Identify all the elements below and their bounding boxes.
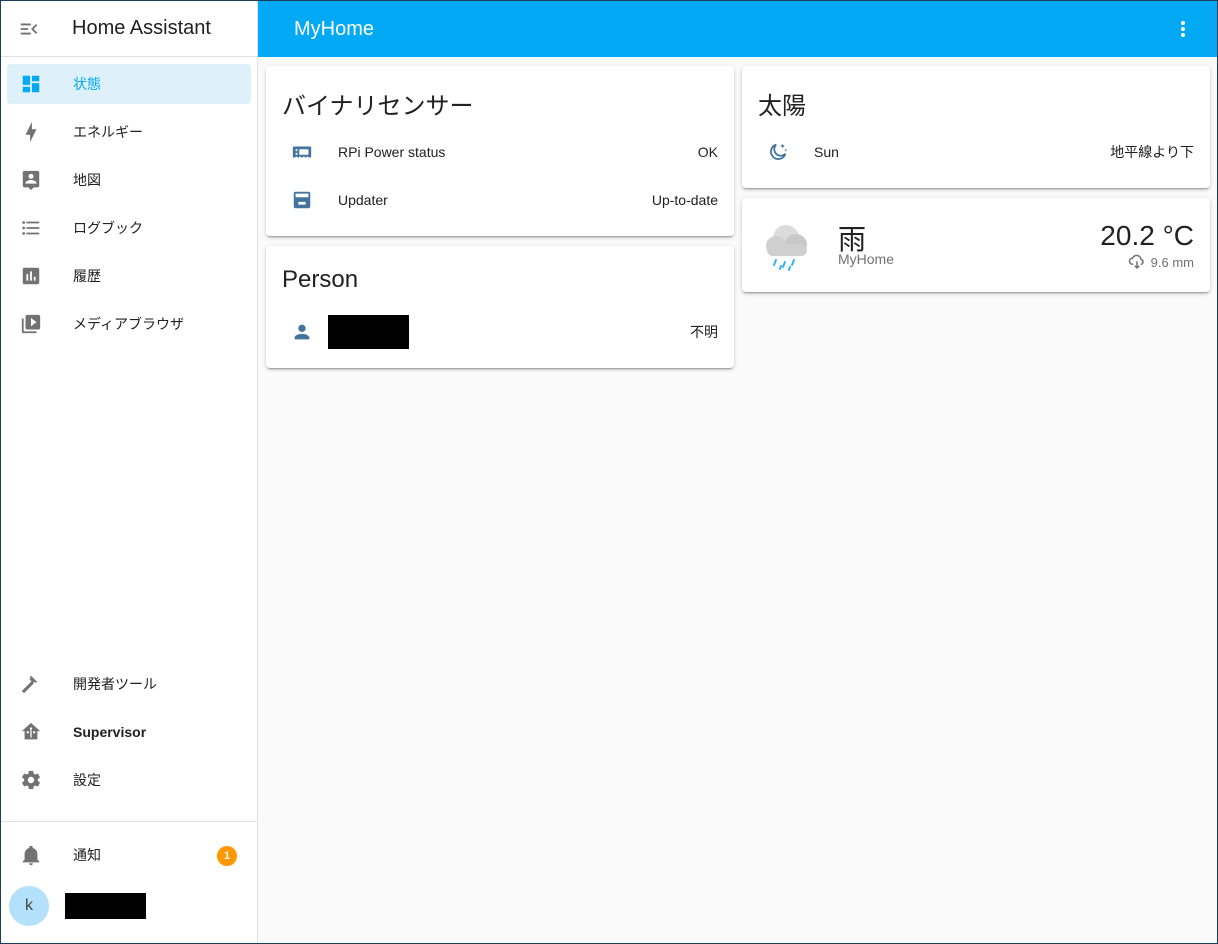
page-title: MyHome — [294, 17, 375, 40]
sidebar-divider — [1, 821, 257, 822]
precipitation-value: 9.6 mm — [1150, 254, 1194, 270]
card-title: バイナリセンサー — [282, 93, 474, 120]
sidebar: Home Assistant 状態 エネルギー 地図 ログブック 履歴 メディア… — [1, 1, 258, 943]
sidebar-item-notifications[interactable]: 通知 1 — [7, 835, 251, 875]
sidebar-item-history[interactable]: 履歴 — [7, 256, 251, 296]
sidebar-item-settings[interactable]: 設定 — [7, 760, 251, 800]
app-window: Home Assistant 状態 エネルギー 地図 ログブック 履歴 メディア… — [0, 0, 1218, 944]
weather-night-icon — [770, 143, 788, 160]
sidebar-header: Home Assistant — [1, 1, 257, 57]
sidebar-item-map[interactable]: 地図 — [7, 160, 251, 200]
sidebar-item-energy[interactable]: エネルギー — [7, 112, 251, 152]
overflow-menu-button[interactable] — [1171, 17, 1195, 41]
sidebar-item-label: ログブック — [73, 220, 143, 236]
app-title: Home Assistant — [72, 17, 211, 39]
sidebar-user-profile[interactable]: k — [9, 884, 253, 928]
sidebar-item-developer-tools[interactable]: 開発者ツール — [7, 664, 251, 704]
entity-row-person[interactable]: 不明 — [282, 312, 718, 352]
entity-name: Sun — [814, 144, 839, 160]
sidebar-item-states[interactable]: 状態 — [7, 64, 251, 104]
sidebar-item-label: 通知 — [73, 847, 101, 863]
redacted-person-name — [328, 315, 409, 349]
redacted-username — [65, 893, 146, 919]
account-icon — [294, 324, 310, 340]
menu-open-icon — [20, 23, 38, 34]
entity-row-updater[interactable]: Updater Up-to-date — [282, 180, 718, 220]
dashboard-icon — [22, 75, 40, 93]
sidebar-item-label: 開発者ツール — [73, 676, 157, 692]
card-title: 太陽 — [758, 93, 806, 120]
format-list-bulleted-icon — [22, 221, 40, 235]
entity-row-sun[interactable]: Sun 地平線より下 — [758, 132, 1194, 172]
cog-icon — [22, 770, 40, 790]
sidebar-item-label: 地図 — [73, 172, 101, 188]
hammer-icon — [21, 676, 38, 694]
notification-count-badge: 1 — [217, 846, 237, 866]
entity-state: 不明 — [690, 324, 718, 340]
sun-card: 太陽 Sun 地平線より下 — [742, 66, 1210, 188]
entity-row-rpi-power[interactable]: RPi Power status OK — [282, 132, 718, 172]
entity-state: Up-to-date — [651, 192, 718, 208]
entity-state: 地平線より下 — [1110, 144, 1194, 160]
card-title: Person — [282, 266, 359, 293]
sidebar-item-label: メディアブラウザ — [73, 316, 185, 332]
person-card: Person 不明 — [266, 246, 734, 368]
weather-rainy-icon — [758, 216, 818, 281]
sidebar-item-media-browser[interactable]: メディアブラウザ — [7, 304, 251, 344]
dots-vertical-icon — [1181, 21, 1185, 37]
avatar: k — [9, 886, 49, 926]
weather-forecast-card[interactable]: 雨 MyHome 20.2 °C 9.6 mm — [742, 198, 1210, 292]
raspberry-pi-power-icon — [292, 146, 312, 158]
weather-temperature: 20.2 °C — [1100, 220, 1194, 251]
sidebar-item-label: Supervisor — [73, 724, 147, 740]
sidebar-item-label: 設定 — [73, 772, 101, 788]
entity-name: RPi Power status — [338, 144, 446, 160]
weather-entity-name: MyHome — [838, 251, 895, 267]
weather-precipitation: 9.6 mm — [1128, 253, 1194, 271]
sidebar-item-logbook[interactable]: ログブック — [7, 208, 251, 248]
map-account-icon — [22, 170, 40, 191]
home-assistant-icon — [21, 722, 41, 740]
weather-pouring-icon — [1128, 254, 1144, 270]
sidebar-item-label: 状態 — [73, 76, 101, 92]
binary-sensor-card: バイナリセンサー RPi Power status OK Updater Up-… — [266, 66, 734, 236]
lightning-bolt-icon — [25, 121, 37, 143]
entity-state: OK — [697, 144, 718, 160]
play-box-multiple-icon — [21, 314, 41, 334]
sidebar-item-supervisor[interactable]: Supervisor — [7, 712, 251, 752]
sidebar-item-label: 履歴 — [73, 268, 101, 284]
chart-box-icon — [22, 267, 40, 285]
bell-icon — [22, 845, 40, 866]
sidebar-item-label: エネルギー — [73, 124, 143, 140]
entity-name: Updater — [338, 192, 388, 208]
sidebar-bottom-nav: 開発者ツール Supervisor 設定 — [1, 664, 257, 808]
package-up-icon — [293, 191, 311, 209]
menu-toggle-button[interactable] — [1, 1, 57, 57]
sidebar-nav: 状態 エネルギー 地図 ログブック 履歴 メディアブラウザ — [1, 64, 257, 352]
top-app-bar: MyHome — [258, 1, 1217, 57]
